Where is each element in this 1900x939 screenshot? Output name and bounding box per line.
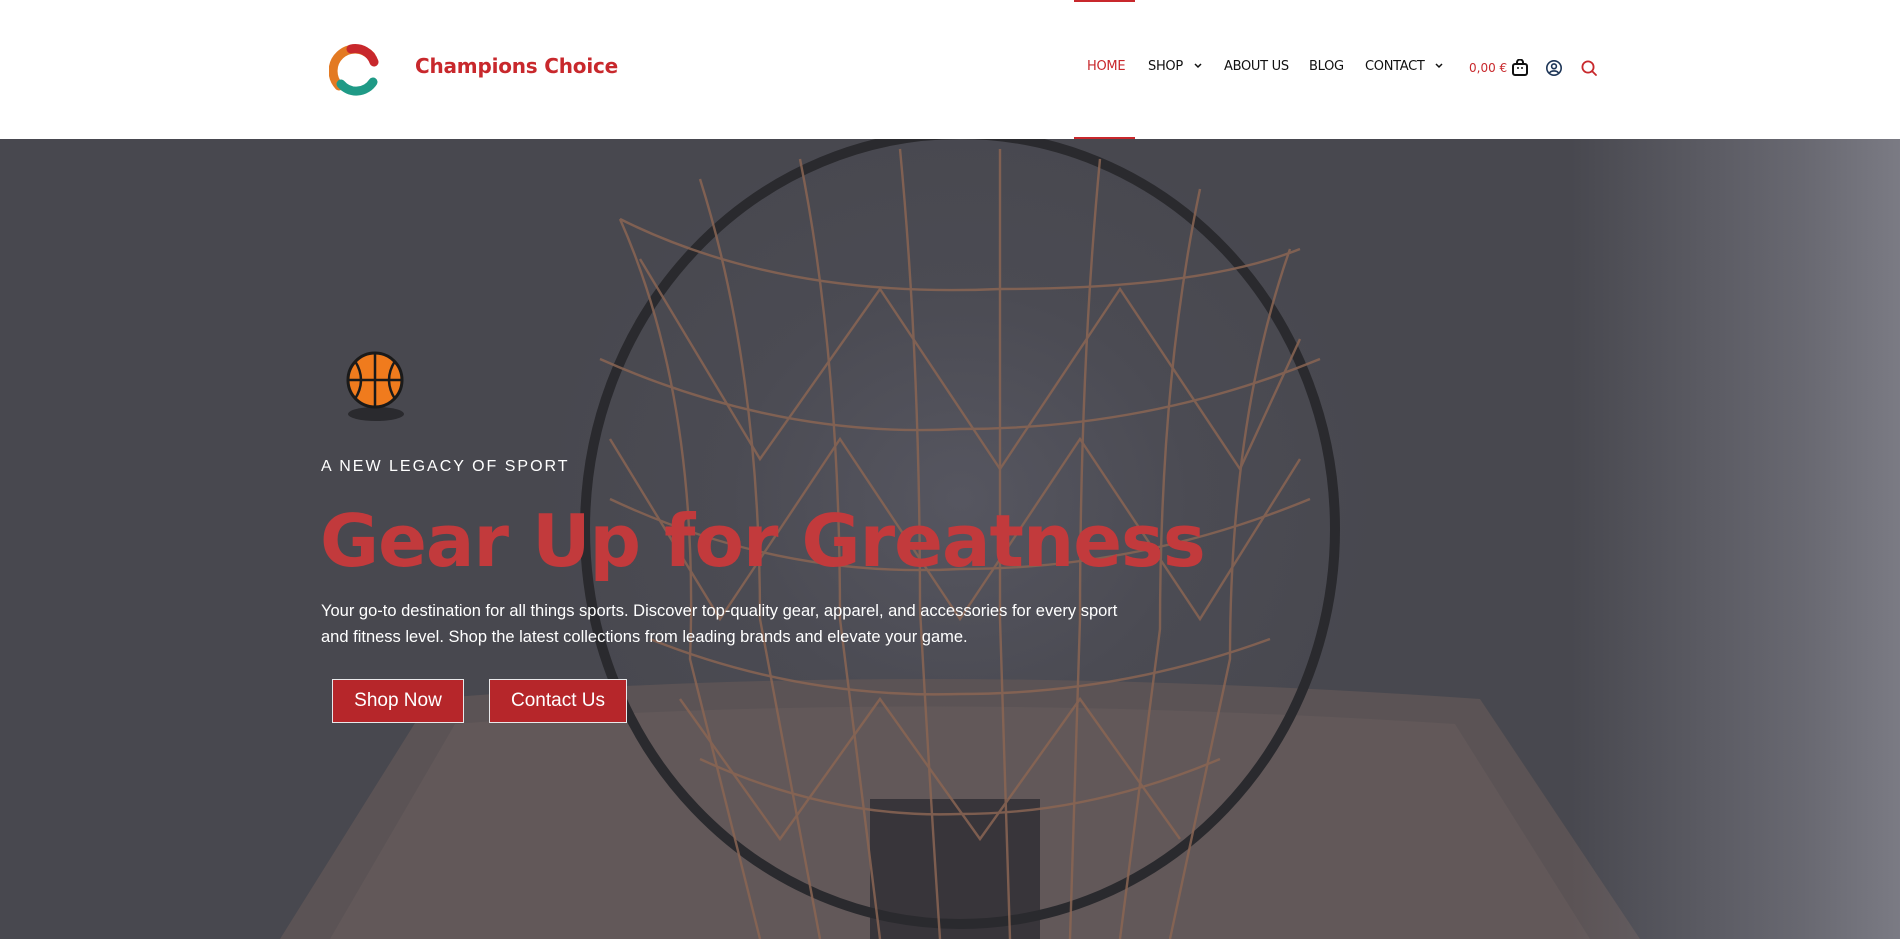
nav-item-blog[interactable]: BLOG xyxy=(1309,59,1344,74)
button-label: Shop Now xyxy=(354,690,442,711)
chevron-down-icon xyxy=(1194,63,1202,69)
hero-section: A NEW LEGACY OF SPORT Gear Up for Greatn… xyxy=(0,139,1900,939)
brand-name[interactable]: Champions Choice xyxy=(415,54,618,78)
nav-item-label: HOME xyxy=(1087,59,1126,74)
nav-item-label: ABOUT US xyxy=(1224,59,1289,74)
account-icon[interactable] xyxy=(1545,59,1563,77)
nav-item-shop[interactable]: SHOP xyxy=(1148,59,1202,74)
chevron-down-icon xyxy=(1435,63,1443,69)
nav-item-label: CONTACT xyxy=(1365,59,1425,74)
c-logo-icon[interactable] xyxy=(329,42,379,96)
button-label: Contact Us xyxy=(511,690,605,711)
hero-eyebrow: A NEW LEGACY OF SPORT xyxy=(321,458,570,475)
nav-item-home[interactable]: HOME xyxy=(1087,59,1126,74)
site-header: Champions Choice HOME SHOP ABOUT US BLOG… xyxy=(0,0,1900,139)
nav-item-label: SHOP xyxy=(1148,59,1183,74)
cart-bag-icon[interactable] xyxy=(1511,59,1529,77)
cart-total[interactable]: 0,00 € xyxy=(1469,61,1507,75)
search-icon[interactable] xyxy=(1580,59,1598,77)
nav-active-indicator-bottom xyxy=(1074,137,1135,139)
nav-active-indicator-top xyxy=(1074,0,1135,2)
contact-us-button[interactable]: Contact Us xyxy=(489,679,627,723)
hero-description: Your go-to destination for all things sp… xyxy=(321,602,1118,646)
basketball-icon xyxy=(346,351,404,421)
nav-item-label: BLOG xyxy=(1309,59,1344,74)
hero-headline: Gear Up for Greatness xyxy=(320,499,1206,583)
nav-item-contact[interactable]: CONTACT xyxy=(1365,59,1443,74)
nav-item-about-us[interactable]: ABOUT US xyxy=(1224,59,1289,74)
hero-content: A NEW LEGACY OF SPORT Gear Up for Greatn… xyxy=(0,139,1900,939)
shop-now-button[interactable]: Shop Now xyxy=(332,679,464,723)
